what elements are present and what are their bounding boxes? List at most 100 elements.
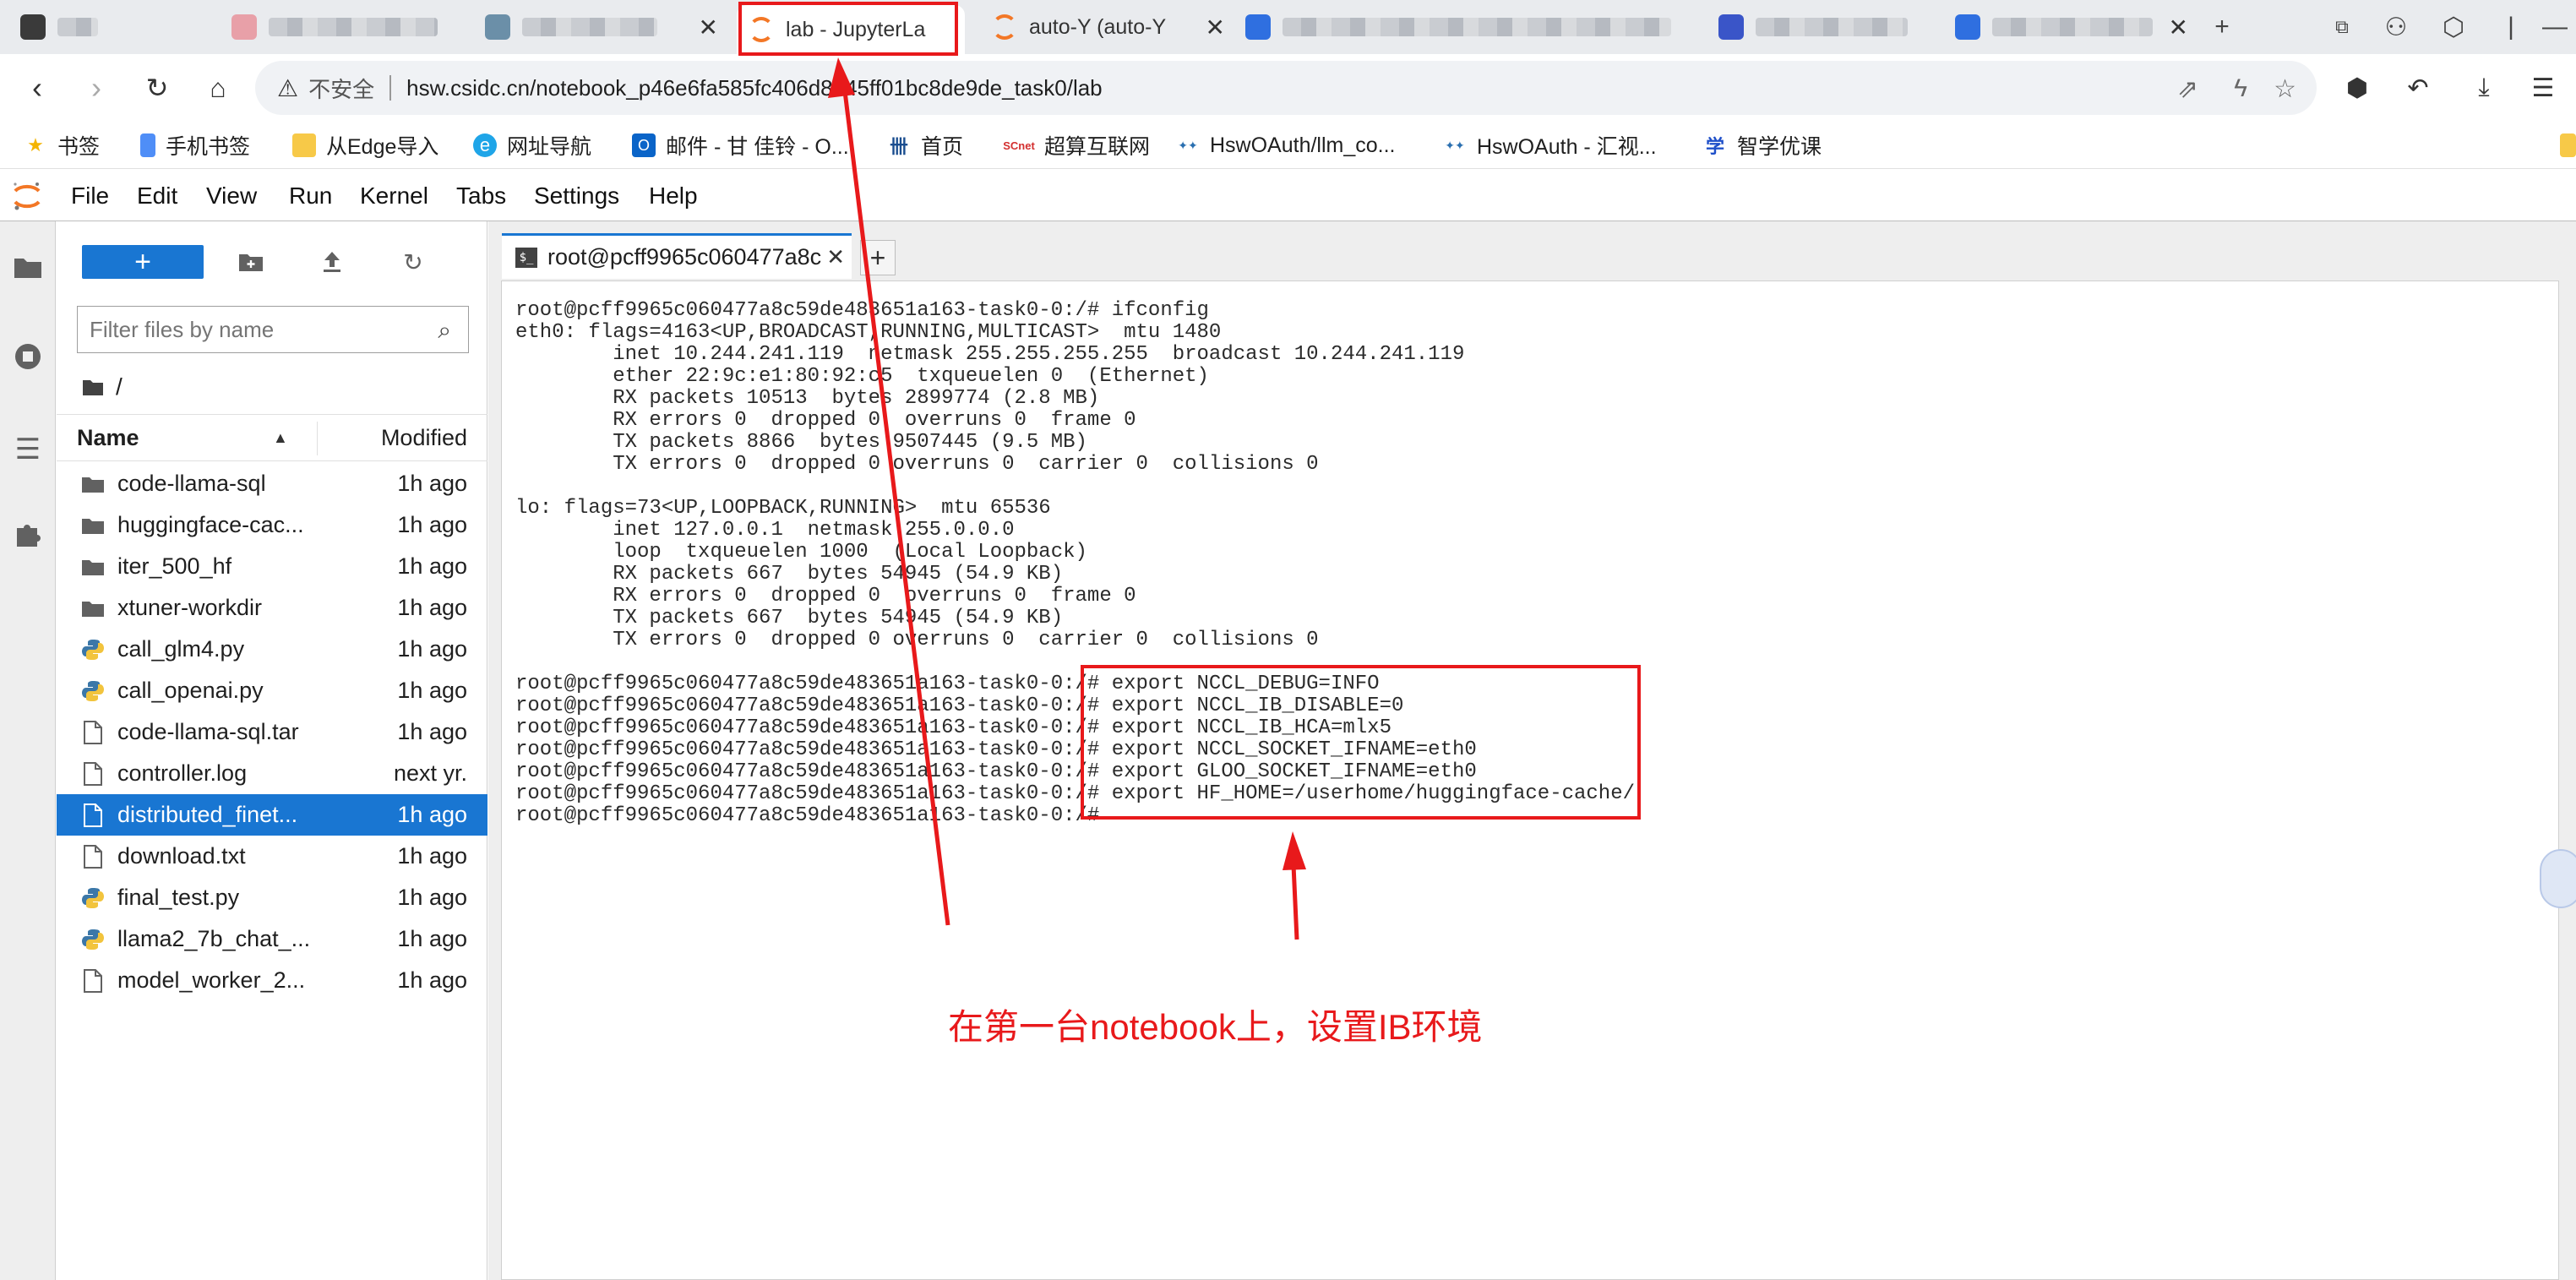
browser-tab[interactable]	[220, 5, 473, 49]
file-name[interactable]: call_openai.py	[117, 678, 371, 704]
file-name[interactable]: xtuner-workdir	[117, 595, 371, 621]
breadcrumb[interactable]: /	[82, 370, 123, 404]
column-name-header[interactable]: Name	[77, 425, 139, 451]
bookmark-item[interactable]: e 网址导航	[473, 130, 591, 161]
vpn-icon[interactable]: ⚇	[2372, 7, 2420, 47]
file-list-row[interactable]: iter_500_hf 1h ago	[57, 546, 487, 587]
reload-icon[interactable]: ↻	[135, 66, 179, 110]
floating-side-widget[interactable]	[2540, 849, 2576, 908]
file-list-row[interactable]: call_glm4.py 1h ago	[57, 629, 487, 670]
share-icon[interactable]: ⇗	[2177, 74, 2198, 104]
terminal-document-tab[interactable]: $_ root@pcff9965c060477a8c ✕	[502, 233, 852, 279]
blurred-tab-title	[1283, 18, 1671, 36]
table-of-contents-icon[interactable]: ☰	[8, 429, 48, 470]
extensions-icon[interactable]: ⬡	[2430, 7, 2477, 47]
menu-file[interactable]: File	[64, 179, 116, 213]
file-name[interactable]: model_worker_2...	[117, 967, 371, 994]
bookmark-item[interactable]: ✦✦ HswOAuth - 汇视...	[1443, 130, 1656, 161]
close-tab-icon[interactable]: ✕	[2169, 14, 2188, 41]
browser-tab[interactable]	[1234, 5, 1707, 49]
refresh-icon[interactable]: ↻	[395, 243, 432, 281]
bookmark-star-icon[interactable]: ☆	[2274, 74, 2296, 104]
bookmark-item[interactable]: 卌 首页	[887, 130, 963, 161]
file-name[interactable]: llama2_7b_chat_...	[117, 926, 371, 952]
file-name[interactable]: iter_500_hf	[117, 553, 371, 580]
file-list-row[interactable]: code-llama-sql.tar 1h ago	[57, 711, 487, 753]
bookmark-item[interactable]: ★ 书签	[24, 130, 100, 161]
file-list-row[interactable]: model_worker_2... 1h ago	[57, 960, 487, 1001]
column-modified-header[interactable]: Modified	[381, 425, 467, 451]
menu-run[interactable]: Run	[282, 179, 339, 213]
extensions-puzzle-icon[interactable]: ⬢	[2335, 66, 2379, 110]
file-list-row[interactable]: distributed_finet... 1h ago	[57, 794, 487, 836]
file-list-row[interactable]: llama2_7b_chat_... 1h ago	[57, 918, 487, 960]
file-name[interactable]: distributed_finet...	[117, 802, 371, 828]
new-launcher-button[interactable]: +	[82, 245, 204, 279]
upload-icon[interactable]	[313, 243, 351, 281]
bookmark-item[interactable]: ✦✦ HswOAuth/llm_co...	[1176, 130, 1395, 161]
back-arrow-icon[interactable]: ‹	[15, 66, 59, 110]
tab-count-icon[interactable]: ⧉	[2318, 7, 2366, 47]
history-icon[interactable]: ↶	[2396, 66, 2440, 110]
download-icon[interactable]: ⤓	[2462, 66, 2506, 110]
url-text[interactable]: hsw.csidc.cn/notebook_p46e6fa585fc406d8a…	[406, 75, 1103, 101]
close-tab-icon[interactable]: ✕	[699, 14, 718, 41]
forward-arrow-icon[interactable]: ›	[74, 66, 118, 110]
menu-icon[interactable]: ☰	[2521, 66, 2565, 110]
column-divider[interactable]	[317, 422, 318, 455]
security-label[interactable]: 不安全	[308, 73, 374, 104]
terminal-line: TX errors 0 dropped 0 overruns 0 carrier…	[515, 629, 1319, 651]
menu-view[interactable]: View	[199, 179, 264, 213]
close-tab-icon[interactable]: ✕	[1206, 14, 1225, 41]
menu-help[interactable]: Help	[642, 179, 705, 213]
file-list-row[interactable]: call_openai.py 1h ago	[57, 670, 487, 711]
file-name[interactable]: download.txt	[117, 843, 371, 869]
browser-tab[interactable]: ✕	[473, 5, 727, 49]
file-name[interactable]: controller.log	[117, 760, 371, 787]
bookmark-item[interactable]: 学 智学优课	[1703, 130, 1822, 161]
add-tab-button[interactable]: +	[860, 240, 896, 275]
browser-tab[interactable]	[8, 5, 110, 49]
home-icon[interactable]: ⌂	[196, 66, 240, 110]
breadcrumb-root[interactable]: /	[116, 373, 123, 400]
file-name[interactable]: code-llama-sql	[117, 471, 371, 497]
file-list-row[interactable]: download.txt 1h ago	[57, 836, 487, 877]
filter-files-field[interactable]: ⌕	[77, 306, 469, 353]
terminal-line: TX packets 8866 bytes 9507445 (9.5 MB)	[515, 431, 1087, 454]
menu-settings[interactable]: Settings	[527, 179, 626, 213]
bookmark-item[interactable]: 手机书签	[140, 130, 250, 161]
menu-tabs[interactable]: Tabs	[449, 179, 513, 213]
folder-icon[interactable]	[8, 247, 48, 287]
file-list-row[interactable]: controller.log next yr.	[57, 753, 487, 794]
running-terminals-icon[interactable]	[8, 336, 48, 377]
menu-kernel[interactable]: Kernel	[353, 179, 435, 213]
new-tab-button[interactable]: +	[2198, 7, 2246, 47]
browser-tab[interactable]	[1707, 5, 1943, 49]
bookmark-item[interactable]: 从Edge导入	[292, 130, 438, 161]
new-folder-icon[interactable]	[232, 243, 270, 281]
file-list-row[interactable]: code-llama-sql 1h ago	[57, 463, 487, 504]
file-name[interactable]: call_glm4.py	[117, 636, 371, 662]
file-list-row[interactable]: xtuner-workdir 1h ago	[57, 587, 487, 629]
bookmark-overflow[interactable]	[2560, 130, 2576, 161]
browser-tab[interactable]: ✕	[1943, 5, 2197, 49]
sort-ascending-icon[interactable]: ▲	[273, 429, 288, 447]
window-control-icon[interactable]: —	[2531, 7, 2576, 47]
file-list-row[interactable]: huggingface-cac... 1h ago	[57, 504, 487, 546]
bookmark-item[interactable]: O 邮件 - 甘 佳铃 - O...	[632, 130, 849, 161]
lightning-icon[interactable]: ϟ	[2234, 74, 2247, 103]
file-list-row[interactable]: final_test.py 1h ago	[57, 877, 487, 918]
browser-tab[interactable]: auto-Y (auto-Y ✕	[980, 5, 1234, 49]
file-name[interactable]: code-llama-sql.tar	[117, 719, 371, 745]
close-tab-icon[interactable]: ✕	[826, 244, 845, 270]
address-bar[interactable]: ⚠ 不安全 hsw.csidc.cn/notebook_p46e6fa585fc…	[255, 61, 2317, 115]
file-modified: 1h ago	[397, 678, 467, 703]
file-name[interactable]: final_test.py	[117, 885, 371, 911]
bookmark-item[interactable]: SCnet 超算互联网	[1003, 130, 1150, 161]
filter-files-input[interactable]	[90, 316, 411, 343]
hsw-icon: ✦✦	[1178, 138, 1198, 152]
file-name[interactable]: huggingface-cac...	[117, 512, 371, 538]
minimize-icon[interactable]: |	[2487, 7, 2535, 47]
menu-edit[interactable]: Edit	[130, 179, 184, 213]
extension-manager-icon[interactable]	[8, 514, 48, 554]
